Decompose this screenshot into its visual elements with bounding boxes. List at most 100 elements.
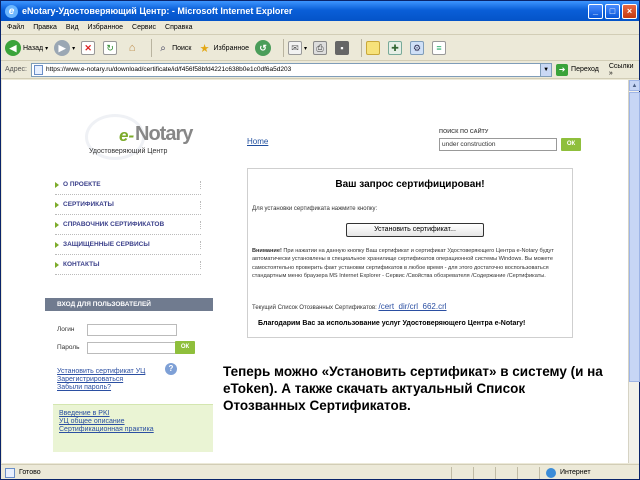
password-input[interactable] [87,342,177,354]
folder-icon [366,41,380,55]
nav-divider [197,221,201,229]
menu-bar: Файл Правка Вид Избранное Сервис Справка [1,21,639,35]
help-icon[interactable]: ? [165,363,177,375]
register-link[interactable]: Зарегистрироваться [57,376,145,383]
nav-item-about[interactable]: О ПРОЕКТЕ [55,175,201,195]
cert-practice-link[interactable]: Сертификационная практика [59,426,213,433]
back-label: Назад [23,44,44,52]
nav-divider [197,241,201,249]
favorites-button[interactable]: ★ Избранное [198,41,249,55]
links-button[interactable]: Ссылки » [609,63,639,77]
address-bar: Адрес: https://www.e-notary.ru/download/… [1,61,639,79]
home-link[interactable]: Home [247,137,268,146]
nav-label: О ПРОЕКТЕ [63,181,101,188]
scroll-up-button[interactable]: ▲ [629,80,640,91]
address-input[interactable]: https://www.e-notary.ru/download/certifi… [30,62,542,77]
toolbar: ◀ Назад ▾ ▶ ▾ ✕ ↻ ⌂ ⌕ Поиск ★ Избранное … [1,36,639,61]
certificate-panel: Ваш запрос сертифицирован! Для установки… [247,168,573,338]
chevron-down-icon: ▾ [72,45,76,52]
cert-prompt: Для установки сертификата нажмите кнопку… [252,206,378,212]
cert-note: Внимание! При нажатии на данную кнопку В… [252,247,570,281]
page-icon [33,64,43,75]
go-button[interactable]: ➜ Переход [556,63,599,76]
login-input[interactable] [87,324,177,336]
status-cell [517,466,539,479]
page-viewport: e- Notary Удостоверяющий Центр Home ПОИС… [2,80,628,463]
forward-button[interactable]: ▶ ▾ [54,40,75,56]
info-links-box: Введение в PKI УЦ общее описание Сертифи… [53,404,213,452]
login-links: Установить сертификат УЦ Зарегистрироват… [57,368,145,392]
menu-view[interactable]: Вид [66,24,79,31]
slide-caption: Теперь можно «Установить сертификат» в с… [223,364,603,413]
tools-button[interactable]: ⚙ [410,41,426,55]
refresh-button[interactable]: ↻ [103,41,119,55]
menu-file[interactable]: Файл [7,24,24,31]
page-icon [5,467,15,478]
stop-button[interactable]: ✕ [81,41,97,55]
ie-icon: e [5,4,18,18]
title-bar: e eNotary-Удостоверяющий Центр: - Micros… [1,1,639,21]
ca-description-link[interactable]: УЦ общее описание [59,418,213,425]
install-certificate-button[interactable]: Установить сертификат... [346,223,484,237]
cert-title: Ваш запрос сертифицирован! [335,179,485,190]
edit-button[interactable]: ▪ [335,41,351,55]
forgot-password-link[interactable]: Забыли пароль? [57,384,145,391]
window-title: eNotary-Удостоверяющий Центр: - Microsof… [22,6,293,16]
site-nav: О ПРОЕКТЕ СЕРТИФИКАТЫ СПРАВОЧНИК СЕРТИФИ… [55,175,201,275]
status-text: Готово [19,469,41,476]
nav-item-certificates[interactable]: СЕРТИФИКАТЫ [55,195,201,215]
toolbar-separator [151,39,153,57]
history-button[interactable]: ↺ [254,40,273,56]
status-bar: Готово Интернет [1,464,639,480]
star-icon: ★ [199,42,210,55]
back-button[interactable]: ◀ Назад ▾ [5,40,48,56]
login-ok-button[interactable]: ОК [175,341,195,354]
close-button[interactable]: × [622,3,637,19]
nav-label: СЕРТИФИКАТЫ [63,201,114,208]
menu-favorites[interactable]: Избранное [88,24,123,31]
zone-label: Интернет [560,469,591,476]
menu-help[interactable]: Справка [165,24,192,31]
research-button[interactable]: ≡ [432,41,448,55]
logo-brand: Notary [135,123,193,145]
status-cell [473,466,495,479]
install-ca-cert-link[interactable]: Установить сертификат УЦ [57,368,145,375]
edit-icon: ▪ [335,41,349,55]
mail-button[interactable]: ✉ ▾ [287,41,307,55]
print-button[interactable]: ⎙ [313,41,329,55]
nav-item-contacts[interactable]: КОНТАКТЫ [55,255,201,275]
vertical-scrollbar[interactable]: ▲ [628,80,640,463]
address-dropdown[interactable]: ▼ [540,62,553,77]
scroll-thumb[interactable] [629,92,640,382]
address-url: https://www.e-notary.ru/download/certifi… [45,66,292,73]
messenger-icon: ✚ [388,41,402,55]
nav-divider [197,201,201,209]
maximize-button[interactable]: □ [605,3,620,19]
search-button[interactable]: ⌕ Поиск [156,41,191,55]
logo-e: e- [119,126,135,145]
minimize-button[interactable]: _ [588,3,603,19]
site-search-input[interactable]: under construction [439,138,557,151]
site-search-label: ПОИСК ПО САЙТУ [439,129,489,135]
back-arrow-icon: ◀ [5,40,21,56]
crl-line: Текущий Список Отозванных Сертификатов: … [252,302,447,311]
home-button[interactable]: ⌂ [125,41,141,55]
nav-label: СПРАВОЧНИК СЕРТИФИКАТОВ [63,221,165,228]
refresh-icon: ↻ [103,41,118,55]
nav-item-secure-services[interactable]: ЗАЩИЩЕННЫЕ СЕРВИСЫ [55,235,201,255]
pki-intro-link[interactable]: Введение в PKI [59,410,213,417]
nav-item-cert-directory[interactable]: СПРАВОЧНИК СЕРТИФИКАТОВ [55,215,201,235]
toolbar-separator [361,39,362,57]
site-search-ok-button[interactable]: ОК [561,138,581,151]
messenger-button[interactable]: ✚ [388,41,404,55]
status-cell [495,466,517,479]
stop-icon: ✕ [81,41,96,55]
folder-button[interactable] [366,41,382,55]
toolbar-separator [282,39,284,57]
go-label: Переход [571,66,599,73]
search-icon: ⌕ [160,42,166,54]
history-icon: ↺ [254,40,271,56]
menu-edit[interactable]: Правка [33,24,57,31]
crl-link[interactable]: /cert_dir/crl_662.crl [379,302,447,311]
menu-tools[interactable]: Сервис [132,24,156,31]
